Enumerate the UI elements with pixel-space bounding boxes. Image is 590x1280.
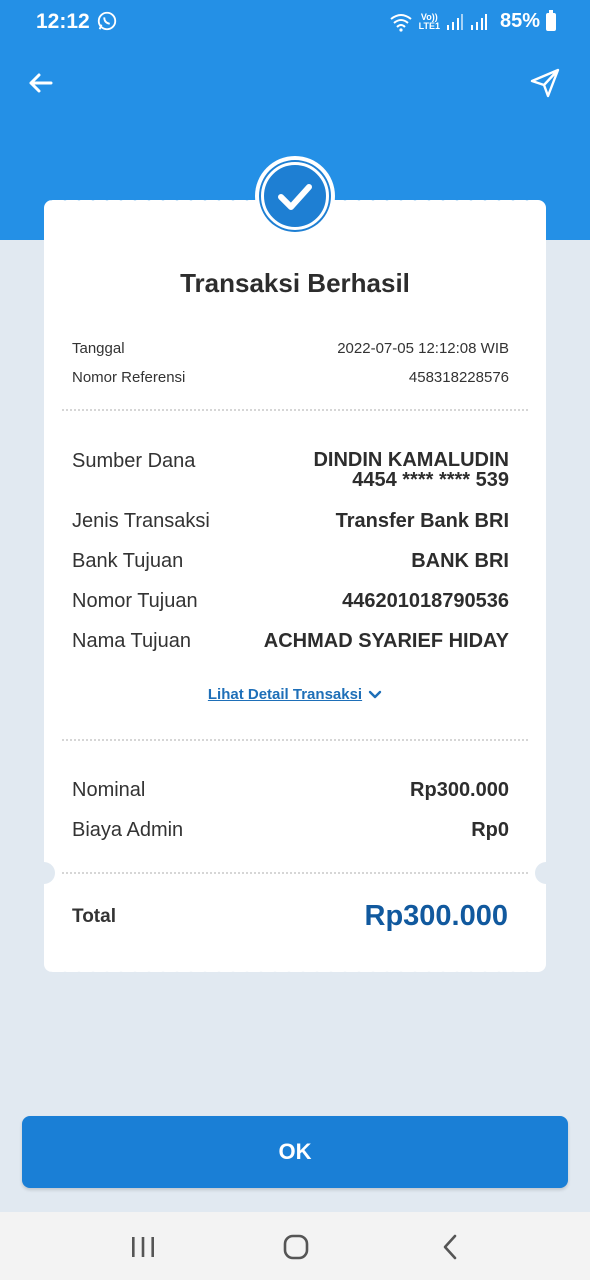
total-value: Rp300.000 bbox=[364, 900, 509, 932]
page-title: Transaksi Berhasil bbox=[180, 268, 410, 298]
checkmark-icon bbox=[278, 184, 312, 210]
date-value: 2022-07-05 12:12:08 WIB bbox=[337, 340, 509, 357]
status-icons: Vo)) LTE1 85% bbox=[389, 9, 556, 33]
reference-label: Nomor Referensi bbox=[72, 369, 186, 386]
amount-label: Nominal bbox=[72, 779, 146, 801]
receipt-bottom-edge bbox=[44, 966, 546, 976]
detail-label: Bank Tujuan bbox=[72, 550, 184, 572]
source-value: DINDIN KAMALUDIN 4454 **** **** 539 bbox=[313, 450, 509, 490]
detail-value: Transfer Bank BRI bbox=[335, 510, 509, 532]
signal-icon bbox=[446, 13, 463, 30]
detail-row: Bank Tujuan BANK BRI bbox=[72, 550, 509, 573]
send-icon[interactable] bbox=[528, 66, 562, 100]
arrow-left-icon[interactable] bbox=[24, 66, 58, 100]
detail-row: Nomor Tujuan 446201018790536 bbox=[72, 590, 509, 613]
fee-row: Biaya Admin Rp0 bbox=[72, 819, 509, 842]
recent-apps-icon[interactable] bbox=[128, 1232, 158, 1262]
status-bar: 12:12 Vo)) LTE1 85% bbox=[0, 0, 590, 44]
receipt-notch-right bbox=[535, 862, 557, 884]
source-name: DINDIN KAMALUDIN bbox=[313, 449, 509, 471]
success-badge bbox=[255, 156, 335, 236]
signal-icon-2 bbox=[470, 13, 487, 30]
reference-value: 458318228576 bbox=[408, 369, 509, 386]
date-label: Tanggal bbox=[72, 340, 125, 357]
meta-row-date: Tanggal 2022-07-05 12:12:08 WIB bbox=[72, 340, 509, 357]
amount-row: Nominal Rp300.000 bbox=[72, 779, 509, 802]
total-divider bbox=[62, 872, 528, 874]
chevron-down-icon bbox=[368, 690, 382, 699]
meta-row-reference: Nomor Referensi 458318228576 bbox=[72, 369, 509, 386]
battery-icon bbox=[546, 9, 556, 31]
divider bbox=[62, 409, 528, 411]
total-label: Total bbox=[72, 906, 116, 927]
home-icon[interactable] bbox=[281, 1232, 311, 1262]
whatsapp-icon bbox=[97, 11, 117, 31]
receipt-notch-left bbox=[33, 862, 55, 884]
battery-percentage: 85% bbox=[499, 10, 540, 32]
detail-row: Jenis Transaksi Transfer Bank BRI bbox=[72, 510, 509, 533]
detail-label: Nama Tujuan bbox=[72, 630, 191, 652]
lte-label: LTE1 bbox=[418, 20, 440, 31]
fee-value: Rp0 bbox=[471, 819, 509, 841]
fee-label: Biaya Admin bbox=[72, 819, 184, 841]
system-navigation-bar bbox=[0, 1212, 590, 1280]
receipt-card bbox=[44, 200, 546, 972]
divider bbox=[62, 739, 528, 741]
status-time: 12:12 bbox=[36, 10, 90, 33]
wifi-icon bbox=[390, 13, 412, 32]
detail-row: Nama Tujuan ACHMAD SYARIEF HIDAY bbox=[72, 630, 509, 653]
view-details-link[interactable]: Lihat Detail Transaksi bbox=[44, 686, 546, 703]
detail-value: ACHMAD SYARIEF HIDAY bbox=[263, 630, 509, 652]
detail-label: Nomor Tujuan bbox=[72, 590, 198, 612]
source-row: Sumber Dana DINDIN KAMALUDIN 4454 **** *… bbox=[72, 450, 509, 490]
view-details-label: Lihat Detail Transaksi bbox=[207, 686, 363, 703]
detail-value: BANK BRI bbox=[411, 550, 509, 572]
detail-label: Jenis Transaksi bbox=[72, 510, 210, 532]
ok-button[interactable]: OK bbox=[22, 1116, 568, 1188]
source-label: Sumber Dana bbox=[72, 450, 196, 472]
back-icon[interactable] bbox=[436, 1232, 466, 1262]
source-card: 4454 **** **** 539 bbox=[352, 469, 509, 491]
lte-indicator: Vo)) LTE1 bbox=[418, 12, 440, 31]
detail-value: 446201018790536 bbox=[342, 590, 509, 612]
amount-value: Rp300.000 bbox=[410, 779, 509, 801]
